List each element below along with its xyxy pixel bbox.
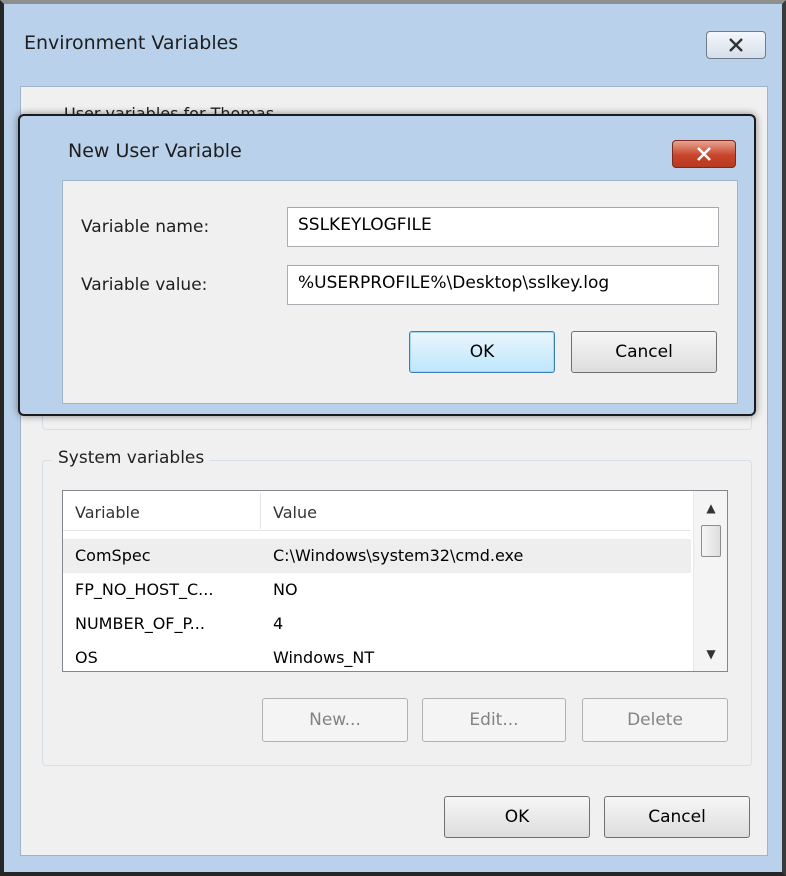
row-variable: ComSpec [75,546,151,565]
system-variables-list[interactable]: Variable Value ComSpec C:\Windows\system… [62,490,728,672]
dialog-cancel-button[interactable]: Cancel [571,331,717,373]
variable-name-field[interactable]: SSLKEYLOGFILE [287,207,719,247]
table-row[interactable]: NUMBER_OF_P... 4 [63,607,691,641]
dialog-client-area: Variable name: SSLKEYLOGFILE Variable va… [62,180,738,404]
edit-system-variable-button[interactable]: Edit... [422,698,566,742]
row-variable: FP_NO_HOST_C... [75,580,214,599]
cancel-button[interactable]: Cancel [604,796,750,838]
system-variables-legend: System variables [52,448,211,468]
window-title: Environment Variables [24,32,239,54]
ok-button[interactable]: OK [444,796,590,838]
window-titlebar[interactable]: Environment Variables [4,4,782,86]
row-variable: OS [75,648,98,667]
delete-system-variable-button[interactable]: Delete [582,698,728,742]
table-row[interactable]: FP_NO_HOST_C... NO [63,573,691,607]
row-value: Windows_NT [273,648,375,667]
close-icon [697,147,711,161]
scroll-up-icon[interactable]: ▲ [694,491,727,525]
variable-name-label: Variable name: [81,217,210,237]
variable-value-label: Variable value: [81,275,208,295]
new-system-variable-button[interactable]: New... [262,698,408,742]
dialog-title: New User Variable [68,140,242,162]
close-icon [729,38,743,52]
vertical-scrollbar[interactable]: ▲ ▼ [693,491,727,671]
dialog-close-button[interactable] [672,140,736,168]
scroll-thumb[interactable] [701,525,721,557]
scroll-down-icon[interactable]: ▼ [694,637,727,671]
list-header: Variable Value [63,491,691,531]
table-row[interactable]: OS Windows_NT [63,641,691,671]
new-user-variable-dialog: New User Variable Variable name: SSLKEYL… [18,114,756,416]
dialog-ok-button[interactable]: OK [409,331,555,373]
window-close-button[interactable] [706,31,766,59]
row-value: 4 [273,614,284,633]
table-row[interactable]: ComSpec C:\Windows\system32\cmd.exe [63,539,691,573]
variable-value-field[interactable]: %USERPROFILE%\Desktop\sslkey.log [287,265,719,305]
column-divider[interactable] [260,493,261,529]
row-value: C:\Windows\system32\cmd.exe [273,546,524,565]
row-variable: NUMBER_OF_P... [75,614,205,633]
row-value: NO [273,580,298,599]
column-header-variable[interactable]: Variable [75,503,140,522]
column-header-value[interactable]: Value [273,503,317,522]
